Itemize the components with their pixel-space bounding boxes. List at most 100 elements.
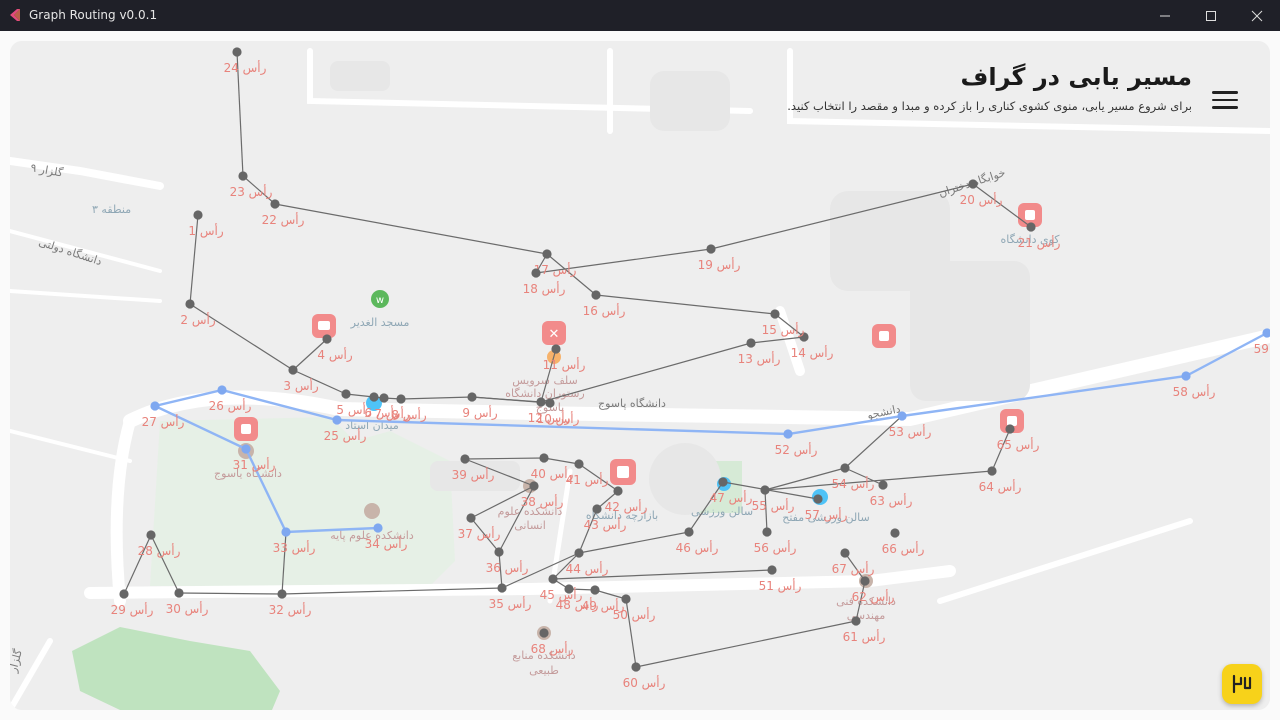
graph-vertex[interactable] xyxy=(536,397,546,407)
graph-vertex[interactable] xyxy=(545,398,555,408)
maximize-button[interactable] xyxy=(1188,0,1234,31)
close-icon xyxy=(1251,10,1263,21)
graph-vertex[interactable] xyxy=(767,565,777,575)
graph-vertex[interactable] xyxy=(987,466,997,476)
poi-marker[interactable] xyxy=(312,314,336,338)
hamburger-menu-button[interactable] xyxy=(1212,91,1238,113)
graph-vertex[interactable] xyxy=(369,392,379,402)
graph-vertex[interactable] xyxy=(762,527,772,537)
graph-vertex[interactable] xyxy=(770,309,780,319)
graph-vertex[interactable] xyxy=(591,290,601,300)
graph-vertex[interactable] xyxy=(574,548,584,558)
directions-icon xyxy=(1232,674,1252,694)
graph-vertex[interactable] xyxy=(531,268,541,278)
graph-vertex[interactable] xyxy=(379,393,389,403)
graph-vertex[interactable] xyxy=(890,528,900,538)
vertex-label: رأس 38 xyxy=(521,494,564,510)
minimize-icon xyxy=(1160,15,1170,16)
graph-vertex[interactable] xyxy=(174,588,184,598)
graph-vertex[interactable] xyxy=(613,486,623,496)
graph-vertex[interactable] xyxy=(1181,371,1191,381)
vertex-label: رأس 12 xyxy=(528,410,571,426)
vertex-label: رأس 43 xyxy=(584,517,627,533)
poi-marker[interactable] xyxy=(610,459,636,485)
graph-vertex[interactable] xyxy=(621,594,631,604)
graph-vertex[interactable] xyxy=(783,429,793,439)
graph-vertex[interactable] xyxy=(322,334,332,344)
graph-vertex[interactable] xyxy=(968,179,978,189)
graph-vertex[interactable] xyxy=(590,585,600,595)
vertex-label: رأس 42 xyxy=(605,499,648,515)
graph-vertex[interactable] xyxy=(551,344,561,354)
graph-vertex[interactable] xyxy=(281,527,291,537)
graph-vertex[interactable] xyxy=(396,394,406,404)
routing-fab-button[interactable] xyxy=(1222,664,1262,704)
graph-vertex[interactable] xyxy=(539,628,549,638)
road-label: منطقه ۳ xyxy=(92,203,131,216)
graph-vertex[interactable] xyxy=(193,210,203,220)
graph-vertex[interactable] xyxy=(119,589,129,599)
poi-marker[interactable] xyxy=(872,324,896,348)
graph-vertex[interactable] xyxy=(564,584,574,594)
graph-vertex[interactable] xyxy=(718,477,728,487)
graph-vertex[interactable] xyxy=(288,365,298,375)
graph-vertex[interactable] xyxy=(467,392,477,402)
vertex-label: رأس 27 xyxy=(142,414,185,430)
vertex-label: رأس 56 xyxy=(754,540,797,556)
minimize-button[interactable] xyxy=(1142,0,1188,31)
graph-vertex[interactable] xyxy=(238,171,248,181)
graph-vertex[interactable] xyxy=(494,547,504,557)
map-canvas[interactable]: دانشجو گلزار ۹ دانشگاه دولتی منطقه ۳ گلز… xyxy=(10,41,1270,710)
graph-vertex[interactable] xyxy=(746,338,756,348)
graph-vertex[interactable] xyxy=(150,401,160,411)
vertex-label: رأس 25 xyxy=(324,428,367,444)
vertex-label: رأس 20 xyxy=(960,192,1003,208)
graph-vertex[interactable] xyxy=(1026,222,1036,232)
graph-vertex[interactable] xyxy=(706,244,716,254)
graph-vertex[interactable] xyxy=(840,463,850,473)
graph-vertex[interactable] xyxy=(548,574,558,584)
graph-vertex[interactable] xyxy=(684,527,694,537)
vertex-label: رأس 57 xyxy=(805,507,848,523)
graph-vertex[interactable] xyxy=(497,583,507,593)
graph-vertex[interactable] xyxy=(529,481,539,491)
window-title: Graph Routing v0.0.1 xyxy=(29,8,158,22)
graph-vertex[interactable] xyxy=(542,249,552,259)
place-label: سلف سرویس xyxy=(512,374,577,387)
graph-vertex[interactable] xyxy=(760,485,770,495)
graph-vertex[interactable] xyxy=(813,494,823,504)
vertex-label: رأس 34 xyxy=(365,536,408,552)
place-label: طبیعی xyxy=(529,664,559,677)
vertex-label: رأس 18 xyxy=(523,281,566,297)
graph-vertex[interactable] xyxy=(851,616,861,626)
graph-vertex[interactable] xyxy=(185,299,195,309)
graph-vertex[interactable] xyxy=(241,444,251,454)
graph-vertex[interactable] xyxy=(860,576,870,586)
vertex-label: رأس 24 xyxy=(224,60,267,76)
poi-marker[interactable] xyxy=(234,417,258,441)
graph-vertex[interactable] xyxy=(574,459,584,469)
graph-vertex[interactable] xyxy=(897,411,907,421)
graph-vertex[interactable] xyxy=(217,385,227,395)
graph-vertex[interactable] xyxy=(146,530,156,540)
graph-vertex[interactable] xyxy=(878,480,888,490)
graph-vertex[interactable] xyxy=(466,513,476,523)
graph-vertex[interactable] xyxy=(1005,424,1015,434)
graph-vertex[interactable] xyxy=(270,199,280,209)
graph-vertex[interactable] xyxy=(332,415,342,425)
vertex-label: رأس 23 xyxy=(230,184,273,200)
page-title: مسیر یابی در گراف xyxy=(960,63,1192,91)
close-button[interactable] xyxy=(1234,0,1280,31)
graph-vertex[interactable] xyxy=(592,504,602,514)
graph-vertex[interactable] xyxy=(232,47,242,57)
window-content: دانشجو گلزار ۹ دانشگاه دولتی منطقه ۳ گلز… xyxy=(0,31,1280,720)
graph-vertex[interactable] xyxy=(460,454,470,464)
graph-vertex[interactable] xyxy=(631,662,641,672)
graph-vertex[interactable] xyxy=(277,589,287,599)
poi-marker[interactable]: ✕ xyxy=(542,321,566,345)
vertex-label: رأس 53 xyxy=(889,424,932,440)
graph-vertex[interactable] xyxy=(373,523,383,533)
graph-vertex[interactable] xyxy=(341,389,351,399)
graph-vertex[interactable] xyxy=(840,548,850,558)
graph-vertex[interactable] xyxy=(539,453,549,463)
